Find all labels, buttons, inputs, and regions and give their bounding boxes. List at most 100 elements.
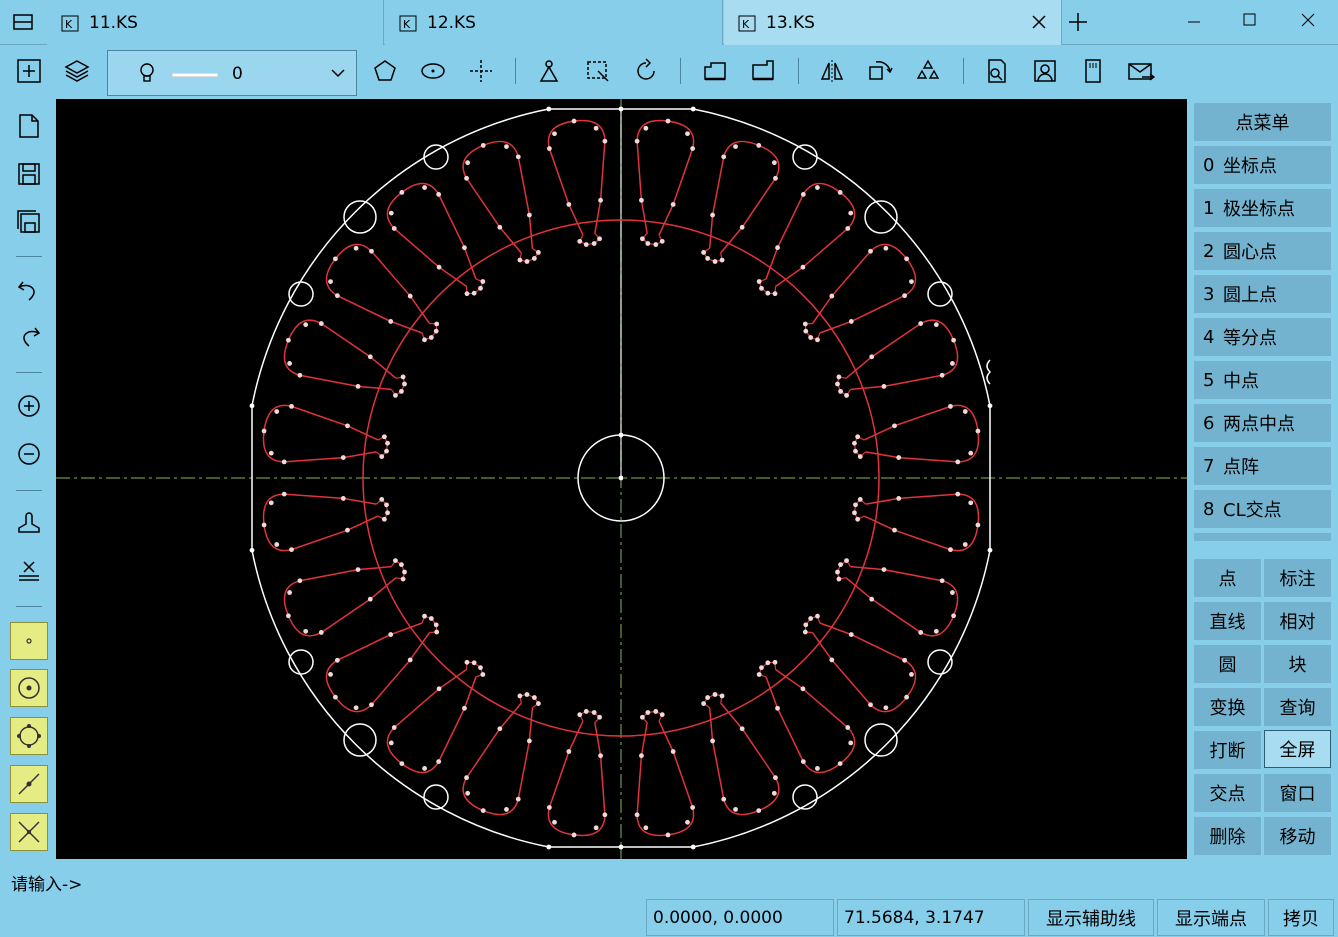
new-file-button[interactable] — [13, 110, 45, 142]
zoom-out-button[interactable] — [13, 438, 45, 470]
slot-endpoint — [355, 383, 361, 389]
slot-endpoint — [948, 403, 953, 409]
menu-item-polar-point[interactable]: 1 极坐标点 — [1194, 189, 1331, 227]
flip-icon — [820, 60, 844, 82]
zoom-in-button[interactable] — [13, 390, 45, 422]
stator-slot — [283, 319, 397, 391]
slot-endpoint — [287, 361, 293, 366]
cmd-block-button[interactable]: 块 — [1264, 645, 1331, 683]
slot-endpoint — [593, 125, 599, 131]
save-as-button[interactable] — [13, 206, 45, 238]
close-tab-icon[interactable] — [1029, 12, 1049, 32]
snap-center-button[interactable] — [10, 669, 48, 707]
tab-11-ks[interactable]: K 11.KS — [47, 0, 384, 45]
menu-item-divide-points[interactable]: 4 等分点 — [1194, 318, 1331, 356]
ellipse-button[interactable] — [418, 56, 448, 86]
menu-item-number: 1 — [1203, 197, 1215, 219]
left-toolbar — [0, 98, 56, 863]
portrait-button[interactable] — [1030, 56, 1060, 86]
menu-item-point-on-circle[interactable]: 3 圆上点 — [1194, 275, 1331, 313]
tab-13-ks[interactable]: K 13.KS — [724, 0, 1062, 45]
snap-quadrant-button[interactable] — [10, 717, 48, 755]
show-aux-lines-button[interactable]: 显示辅助线 — [1028, 899, 1154, 936]
slot-endpoint — [385, 510, 390, 516]
cmd-move-button[interactable]: 移动 — [1264, 817, 1331, 855]
cmd-break-button[interactable]: 打断 — [1194, 731, 1261, 769]
slot-endpoint — [685, 819, 690, 825]
cmd-intersection-button[interactable]: 交点 — [1194, 774, 1261, 812]
slot-endpoint — [857, 497, 863, 502]
toolbar-divider — [16, 606, 42, 607]
layer-value: 0 — [232, 64, 243, 84]
cmd-delete-button[interactable]: 删除 — [1194, 817, 1261, 855]
cmd-transform-button[interactable]: 变换 — [1194, 688, 1261, 726]
slot-endpoint — [297, 578, 303, 584]
slot-endpoint — [665, 118, 671, 124]
cmd-circle-button[interactable]: 圆 — [1194, 645, 1261, 683]
array-button[interactable] — [913, 56, 943, 86]
slot-endpoint — [471, 660, 477, 666]
menu-item-cl-intersection[interactable]: 8 CL交点 — [1194, 490, 1331, 528]
export-button[interactable] — [1126, 56, 1156, 86]
cmd-dimension-button[interactable]: 标注 — [1264, 559, 1331, 597]
select-move-button[interactable] — [583, 56, 613, 86]
cmd-point-button[interactable]: 点 — [1194, 559, 1261, 597]
slot-endpoint — [391, 226, 397, 231]
slot-endpoint — [815, 613, 820, 619]
cmd-query-button[interactable]: 查询 — [1264, 688, 1331, 726]
slot-endpoint — [955, 459, 961, 465]
undo-button[interactable] — [13, 274, 45, 306]
tab-12-ks[interactable]: K 12.KS — [385, 0, 723, 45]
layers-button[interactable] — [62, 56, 92, 86]
system-menu-button[interactable] — [0, 0, 46, 44]
transform-button[interactable] — [865, 56, 895, 86]
snap-midpoint-button[interactable] — [10, 765, 48, 803]
pan-button[interactable] — [13, 508, 45, 540]
command-prompt[interactable]: 请输入-> — [11, 870, 82, 895]
slot-endpoint — [422, 613, 427, 619]
snap-intersection-button[interactable] — [10, 813, 48, 851]
crosshair-button[interactable] — [466, 56, 496, 86]
flip-button[interactable] — [817, 56, 847, 86]
save-button[interactable] — [13, 158, 45, 190]
slot-endpoint — [653, 709, 659, 714]
new-tab-icon[interactable] — [1066, 10, 1090, 34]
ellipse-icon — [421, 63, 445, 79]
slot-endpoint — [517, 257, 523, 263]
minimize-button[interactable] — [1166, 0, 1222, 40]
stator-slot — [845, 319, 959, 391]
layer-dropdown[interactable]: 0 — [107, 50, 357, 96]
offset-button[interactable] — [700, 56, 730, 86]
snap-point-button[interactable] — [10, 622, 48, 660]
redo-button[interactable] — [13, 320, 45, 352]
drawing-canvas[interactable] — [56, 99, 1187, 859]
stator-slot — [547, 119, 606, 236]
slot-endpoint — [274, 409, 280, 414]
rotate-button[interactable] — [631, 56, 661, 86]
menu-item-midpoint[interactable]: 5 中点 — [1194, 361, 1331, 399]
menu-item-coordinate-point[interactable]: 0 坐标点 — [1194, 146, 1331, 184]
slot-endpoint — [515, 796, 521, 802]
menu-item-point-array[interactable]: 7 点阵 — [1194, 447, 1331, 485]
delete-button[interactable] — [13, 554, 45, 586]
maximize-button[interactable] — [1222, 0, 1278, 40]
menu-item-number: 2 — [1203, 240, 1215, 262]
new-drawing-button[interactable] — [14, 56, 44, 86]
cmd-line-button[interactable]: 直线 — [1194, 602, 1261, 640]
menu-item-two-point-midpoint[interactable]: 6 两点中点 — [1194, 404, 1331, 442]
slot-endpoint — [328, 279, 333, 284]
lookup-button[interactable] — [982, 56, 1012, 86]
mirror-button[interactable] — [534, 56, 564, 86]
stator-slot — [708, 702, 780, 816]
copy-button[interactable]: 拷贝 — [1268, 899, 1334, 936]
menu-item-circle-center[interactable]: 2 圆心点 — [1194, 232, 1331, 270]
show-endpoints-button[interactable]: 显示端点 — [1157, 899, 1265, 936]
stretch-button[interactable] — [748, 56, 778, 86]
memory-card-button[interactable] — [1078, 56, 1108, 86]
polygon-button[interactable] — [370, 56, 400, 86]
cmd-relative-button[interactable]: 相对 — [1264, 602, 1331, 640]
cmd-window-button[interactable]: 窗口 — [1264, 774, 1331, 812]
cmd-fullscreen-button[interactable]: 全屏 — [1264, 730, 1331, 768]
close-window-button[interactable] — [1280, 0, 1336, 40]
slot-endpoint — [800, 759, 806, 765]
